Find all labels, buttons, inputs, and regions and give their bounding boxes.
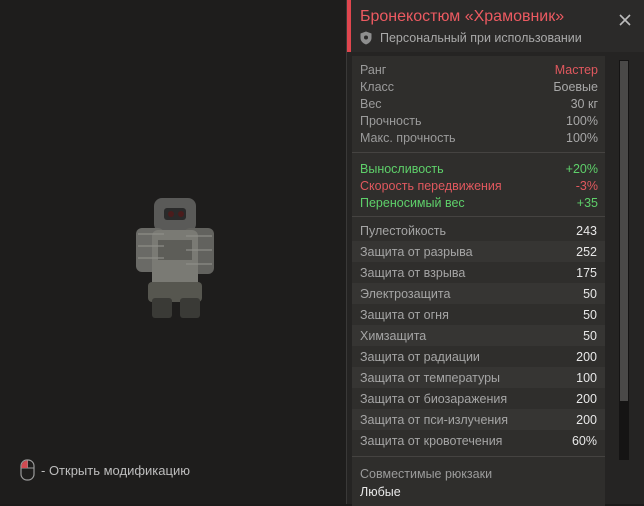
protection-label: Пулестойкость [360,223,447,238]
stat-value: 30 кг [570,97,598,111]
protection-label: Химзащита [360,328,427,343]
effect-stamina: Выносливость +20% [360,162,598,176]
protection-value: 200 [576,412,597,427]
effect-movement-speed: Скорость передвижения -3% [360,179,598,193]
protection-value: 50 [583,307,597,322]
protection-row: Защита от разрыва 252 [352,241,605,262]
section-divider [352,216,605,217]
scrollbar-thumb[interactable] [620,61,628,401]
header-accent-bar [347,0,351,52]
protection-label: Защита от разрыва [360,244,473,259]
section-divider [352,456,605,457]
effect-label: Скорость передвижения [360,179,502,193]
protection-value: 60% [571,433,597,448]
stat-durability: Прочность 100% [360,114,598,128]
protection-value: 200 [576,391,597,406]
section-divider [352,152,605,153]
stat-label: Прочность [360,114,422,128]
stat-value: Мастер [554,63,598,77]
open-modification-label: - Открыть модификацию [41,462,190,478]
effect-carry-weight: Переносимый вес +35 [360,196,598,210]
compatible-backpacks-value: Любые [360,485,401,499]
protection-row: Пулестойкость 243 [352,220,605,241]
compatible-backpacks-label: Совместимые рюкзаки [360,467,493,481]
item-title: Бронекостюм «Храмовник» [360,8,565,25]
effect-value: -3% [575,179,598,193]
mouse-icon [20,459,35,481]
protection-label: Защита от температуры [360,370,501,385]
protection-label: Защита от пси-излучения [360,412,509,427]
stat-rank: Ранг Мастер [360,63,598,77]
protection-value: 252 [576,244,597,259]
protection-row: Защита от взрыва 175 [352,262,605,283]
binding-info: Персональный при использовании [360,31,582,45]
stats-list[interactable]: Ранг Мастер Класс Боевые Вес 30 кг Прочн… [352,56,605,506]
protection-value: 243 [576,223,597,238]
armor-suit-image [136,198,214,318]
protection-row: Защита от кровотечения 60% [352,430,605,451]
protection-value: 50 [583,286,597,301]
protection-value: 50 [583,328,597,343]
protection-row: Защита от радиации 200 [352,346,605,367]
stat-label: Класс [360,80,395,94]
protection-label: Защита от радиации [360,349,480,364]
stat-label: Ранг [360,63,387,77]
scrollbar[interactable] [619,60,629,460]
protection-value: 175 [576,265,597,280]
effect-label: Выносливость [360,162,444,176]
stat-class: Класс Боевые [360,80,598,94]
item-tooltip-panel: Бронекостюм «Храмовник» Персональный при… [346,0,644,506]
protection-value: 200 [576,349,597,364]
protection-row: Электрозащита 50 [352,283,605,304]
protection-value: 100 [576,370,597,385]
protection-label: Электрозащита [360,286,451,301]
stat-value: 100% [566,131,598,145]
effect-value: +35 [576,196,598,210]
item-preview-area: - Открыть модификацию [0,0,346,504]
protection-label: Защита от кровотечения [360,433,503,448]
open-modification-hint: - Открыть модификацию [20,458,190,482]
stat-label: Вес [360,97,382,111]
effect-value: +20% [565,162,598,176]
binding-label: Персональный при использовании [380,31,582,45]
protection-row: Защита от биозаражения 200 [352,388,605,409]
protection-label: Защита от огня [360,307,449,322]
protection-label: Защита от взрыва [360,265,466,280]
stat-max-durability: Макс. прочность 100% [360,131,598,145]
protection-row: Химзащита 50 [352,325,605,346]
stat-value: Боевые [553,80,598,94]
protection-row: Защита от температуры 100 [352,367,605,388]
stat-value: 100% [566,114,598,128]
stat-weight: Вес 30 кг [360,97,598,111]
shield-icon [360,31,372,45]
protection-row: Защита от пси-излучения 200 [352,409,605,430]
tooltip-header: Бронекостюм «Храмовник» Персональный при… [347,0,644,52]
effect-label: Переносимый вес [360,196,465,210]
close-icon[interactable] [615,10,635,30]
protection-row: Защита от огня 50 [352,304,605,325]
protection-label: Защита от биозаражения [360,391,508,406]
stat-label: Макс. прочность [360,131,456,145]
